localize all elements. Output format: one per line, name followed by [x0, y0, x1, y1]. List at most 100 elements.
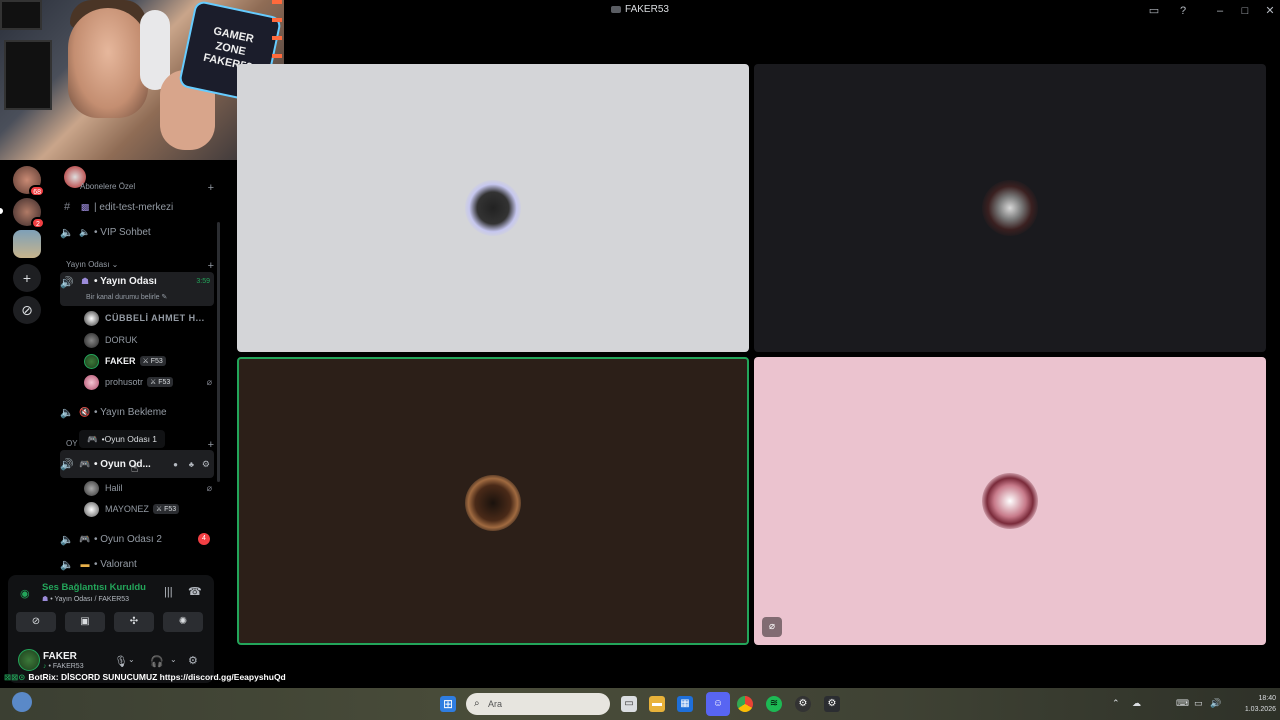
voice-channel-path[interactable]: ☗ • Yayın Odası / FAKER53	[42, 595, 129, 603]
start-windows-icon[interactable]: ⊞	[440, 696, 456, 712]
avatar	[982, 473, 1038, 529]
channel-label: • Oyun Odası 2	[94, 533, 162, 545]
tray-chevron-icon[interactable]: ⌃	[1112, 698, 1120, 709]
server-icon[interactable]: 68	[13, 166, 45, 197]
clock[interactable]: 18:40 1.03.2026	[1226, 693, 1276, 715]
file-explorer-icon[interactable]: ▬	[649, 696, 665, 712]
channel-yayin-odasi[interactable]: 🔊 ☗ • Yayın Odası 3:59 Bir kanal durumu be…	[60, 272, 214, 306]
chevron-down-icon[interactable]: ⌄	[128, 655, 135, 664]
server-icon[interactable]: 2	[13, 198, 45, 229]
channel-status[interactable]: Bir kanal durumu belirle ✎	[86, 293, 167, 301]
add-channel-icon[interactable]: +	[208, 182, 214, 194]
discover-icon[interactable]: ⊘	[13, 296, 41, 324]
server-icon[interactable]	[13, 230, 41, 258]
streamer-face	[68, 8, 148, 118]
camera-off-button[interactable]: ⊘	[16, 612, 56, 632]
settings-icon[interactable]: ⚙	[824, 696, 840, 712]
signal-icon[interactable]: ◉	[20, 587, 30, 600]
avatar	[84, 310, 99, 326]
weather-icon[interactable]	[12, 692, 32, 712]
channel-yayin-bekleme[interactable]: 🔈 🔇 • Yayın Bekleme	[60, 401, 214, 423]
voice-user[interactable]: prohusotr ⚔ F53 ⌀	[84, 372, 214, 392]
store-icon[interactable]: ▦	[677, 696, 693, 712]
muted-icon: ⌀	[206, 482, 212, 493]
channel-oyun-odasi-2[interactable]: 🔈 🎮 • Oyun Odası 2 4	[60, 528, 214, 550]
video-tile[interactable]	[237, 64, 749, 352]
search-input[interactable]: ⌕ Ara	[466, 693, 610, 715]
gamepad-icon: 🎮	[79, 533, 91, 544]
chrome-icon[interactable]	[737, 696, 753, 712]
user-subtitle: ♪ • FAKER53	[43, 663, 84, 670]
network-icon[interactable]: ▭	[1194, 698, 1203, 709]
headphones-icon[interactable]: 🎧	[150, 655, 164, 668]
category-header[interactable]: Abonelere Özel +	[80, 182, 214, 194]
maximize-button[interactable]: □	[1237, 3, 1253, 19]
channel-label: • Yayın Bekleme	[94, 406, 167, 418]
voice-speaker-icon: 🔊	[60, 458, 74, 471]
muted-icon: ⌀	[762, 617, 782, 637]
voice-speaker-icon: 🔈	[60, 558, 74, 571]
task-view-icon[interactable]: ▭	[621, 696, 637, 712]
avatar	[465, 180, 521, 236]
discord-icon[interactable]: ☺	[706, 692, 730, 716]
channel-valorant[interactable]: 🔈 ▬ • Valorant	[60, 553, 214, 575]
add-channel-icon[interactable]: +	[208, 260, 214, 272]
voice-user[interactable]: CÜBBELİ AHMET H...	[84, 308, 214, 328]
mention-badge: 4	[198, 533, 210, 545]
close-button[interactable]: ✕	[1262, 3, 1278, 19]
server-tag: ⚔ F53	[139, 356, 166, 366]
category-header[interactable]: Yayın Odası ⌄ +	[66, 260, 214, 272]
help-icon[interactable]: ?	[1175, 3, 1191, 19]
scrollbar[interactable]	[217, 222, 220, 482]
spotify-icon[interactable]: ≋	[766, 696, 782, 712]
channel-label: • VIP Sohbet	[94, 226, 151, 238]
avatar	[84, 332, 99, 348]
avatar[interactable]	[18, 649, 40, 671]
channel-edit-test-merkezi[interactable]: # ▩ | edit-test-merkezi	[60, 196, 214, 218]
chat-icon[interactable]: ●	[173, 460, 178, 469]
channel-vip-sohbet[interactable]: 🔈 🔈 • VIP Sohbet	[60, 221, 214, 243]
keyboard-icon[interactable]: ⌨	[1176, 698, 1189, 709]
channel-tooltip: 🎮 • Oyun Odası 1	[79, 430, 166, 448]
stream-chat-line: ⊠⊠⊙ BotRix: DİSCORD SUNUCUMUZ https://dis…	[4, 672, 286, 682]
volume-icon[interactable]: 🔊	[1210, 698, 1221, 709]
search-icon: ⌕	[474, 698, 480, 709]
noise-suppression-icon[interactable]: |||	[164, 586, 173, 598]
voice-speaker-icon: 🔈	[60, 533, 74, 546]
chevron-down-icon[interactable]: ⌄	[170, 655, 177, 664]
gun-emoji-icon: ▬	[80, 559, 90, 569]
speaker-emoji-icon: 🔈	[79, 226, 91, 237]
voice-user[interactable]: MAYONEZ ⚔ F53	[84, 499, 214, 519]
invite-icon[interactable]: ♣	[189, 460, 194, 469]
inbox-icon[interactable]: ▭	[1146, 3, 1162, 19]
soundboard-button[interactable]: ✺	[163, 612, 203, 632]
activities-button[interactable]: ✣	[114, 612, 154, 632]
server-badge: 2	[31, 217, 45, 229]
poster-image	[4, 40, 52, 110]
video-tile[interactable]	[754, 64, 1266, 352]
avatar	[84, 480, 99, 496]
microphone-icon[interactable]: 🎙	[114, 655, 128, 668]
gamepad-icon: 🎮	[79, 458, 91, 469]
voice-user[interactable]: Halil ⌀	[84, 478, 214, 498]
avatar	[84, 501, 99, 517]
user-settings-gear-icon[interactable]: ⚙	[188, 654, 198, 667]
disconnect-icon[interactable]: ☎	[188, 585, 202, 598]
minimize-button[interactable]: –	[1212, 3, 1228, 19]
voice-user[interactable]: DORUK	[84, 330, 214, 350]
server-tag: ⚔ F53	[147, 377, 174, 387]
settings-gear-icon[interactable]: ⚙	[202, 459, 210, 470]
user-name: FAKER	[43, 651, 77, 662]
screen-share-button[interactable]: ▣	[65, 612, 105, 632]
voice-status[interactable]: Ses Bağlantısı Kuruldu	[42, 582, 146, 593]
voice-speaker-icon: 🔈	[60, 226, 74, 239]
tray-app-icon[interactable]: ☁	[1132, 698, 1141, 709]
add-server-icon[interactable]: +	[13, 264, 41, 292]
speaking-icon: ♪	[43, 663, 47, 670]
app-icon[interactable]: ⚙	[795, 696, 811, 712]
avatar	[465, 475, 521, 531]
video-tile[interactable]: ⌀	[754, 357, 1266, 645]
voice-user[interactable]: FAKER ⚔ F53	[84, 351, 214, 371]
stream-timer: 3:59	[196, 278, 210, 285]
video-tile-speaking[interactable]	[237, 357, 749, 645]
